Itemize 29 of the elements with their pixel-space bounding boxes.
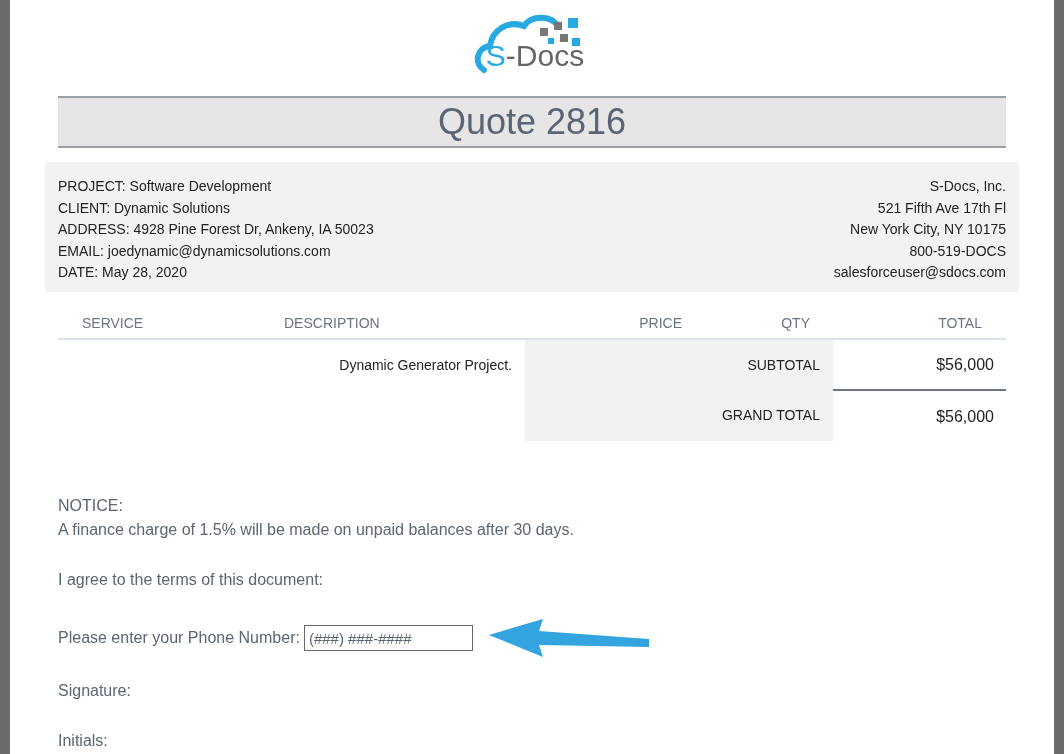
total-value: $56,000 — [936, 406, 994, 427]
phone-input-field[interactable]: (###) ###-#### — [303, 625, 473, 651]
column-header: SERVICE — [81, 313, 145, 333]
agreement-text: I agree to the terms of this document: — [58, 570, 325, 590]
total-label: GRAND TOTAL — [721, 405, 820, 425]
total-value: $56,000 — [936, 354, 994, 375]
initials-label: Initials: — [58, 731, 109, 751]
client-info-line: DATE: May 28, 2020 — [58, 263, 188, 282]
company-info-line: 521 Fifth Ave 17th Fl — [877, 198, 1006, 218]
quote-title: Quote 2816 — [437, 100, 627, 144]
company-info-line: salesforceuser@sdocs.com — [833, 263, 1006, 282]
column-header: PRICE — [638, 313, 683, 333]
column-header: TOTAL — [937, 313, 983, 333]
description-cell-text: Dynamic Generator Project. — [339, 356, 512, 375]
company-info-line: 800-519-DOCS — [909, 241, 1006, 261]
logo-text: S-Docs — [485, 40, 585, 72]
notice-heading: NOTICE: — [58, 496, 124, 516]
notice-text: A finance charge of 1.5% will be made on unpaid balances after 30 days. — [58, 520, 575, 540]
column-header: QTY — [780, 313, 811, 333]
client-info-line: ADDRESS: 4928 Pine Forest Dr, Ankeny, IA 50023 — [58, 220, 374, 239]
signature-label: Signature: — [58, 681, 132, 701]
client-info-line: EMAIL: joedynamic@dynamicsolutions.com — [58, 241, 332, 261]
column-header: DESCRIPTION — [284, 313, 381, 333]
company-info-line: S-Docs, Inc. — [929, 177, 1006, 196]
client-info-line: PROJECT: Software Development — [58, 177, 273, 196]
company-info-line: New York City, NY 10175 — [850, 220, 1006, 239]
client-info-line: CLIENT: Dynamic Solutions — [58, 198, 231, 218]
total-label: SUBTOTAL — [747, 355, 820, 375]
phone-label: Please enter your Phone Number: — [58, 628, 300, 648]
